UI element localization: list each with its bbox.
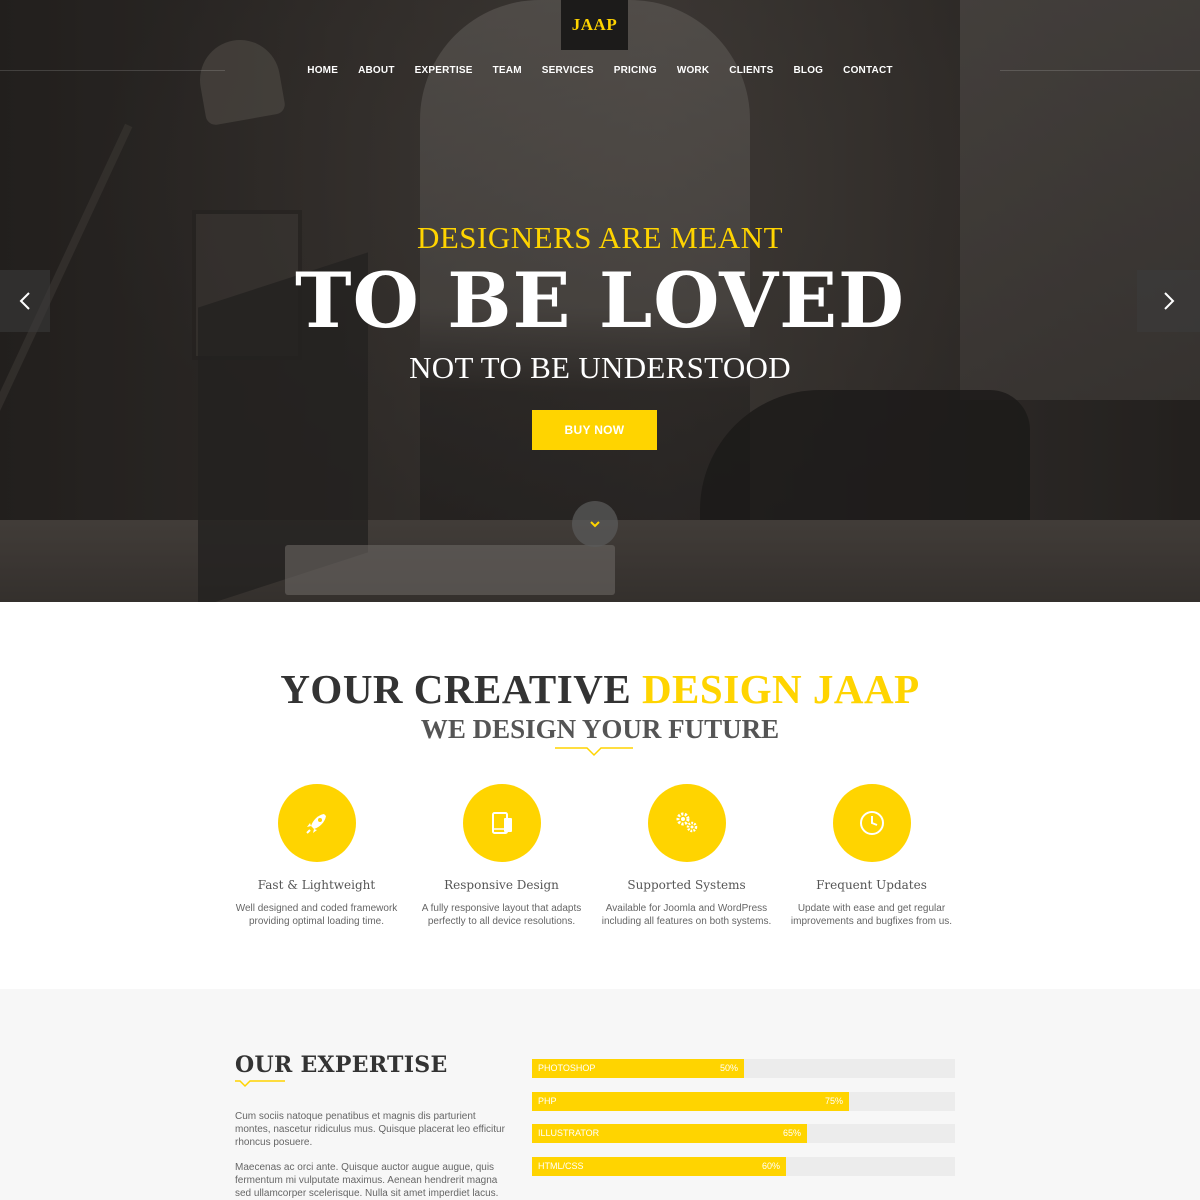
slider-next-button[interactable] bbox=[1137, 270, 1200, 332]
title-underline-decoration bbox=[235, 1080, 285, 1088]
chevron-left-icon bbox=[19, 292, 30, 310]
hero-section: JAAP HOME ABOUT EXPERTISE TEAM SERVICES … bbox=[0, 0, 1200, 602]
skill-bar: HTML/CSS 60% bbox=[532, 1156, 955, 1176]
main-nav: HOME ABOUT EXPERTISE TEAM SERVICES PRICI… bbox=[0, 64, 1200, 78]
nav-item-home[interactable]: HOME bbox=[297, 64, 348, 78]
skill-bar-fill bbox=[532, 1091, 849, 1111]
feature-card: Fast & Lightweight Well designed and cod… bbox=[224, 784, 409, 928]
skill-percent: 60% bbox=[762, 1160, 781, 1171]
intro-subtitle: WE DESIGN YOUR FUTURE bbox=[420, 714, 780, 744]
feature-description: A fully responsive layout that adapts pe… bbox=[421, 903, 582, 927]
nav-item-team[interactable]: TEAM bbox=[483, 64, 532, 78]
hero-kicker: DESIGNERS ARE MEANT bbox=[416, 220, 783, 255]
feature-description: Well designed and coded framework provid… bbox=[235, 903, 398, 927]
scroll-down-button[interactable] bbox=[572, 501, 618, 547]
skill-name: HTML/CSS bbox=[538, 1160, 584, 1171]
buy-now-button[interactable]: BUY NOW bbox=[532, 410, 657, 450]
devices-icon bbox=[491, 812, 512, 834]
rocket-icon bbox=[305, 814, 326, 834]
skill-bar: PHOTOSHOP 50% bbox=[532, 1059, 955, 1078]
nav-item-clients[interactable]: CLIENTS bbox=[719, 64, 783, 78]
intro-title-highlight: DESIGN JAAP bbox=[641, 666, 920, 712]
skill-percent: 65% bbox=[783, 1128, 802, 1138]
feature-icon-circle bbox=[832, 784, 911, 862]
nav-item-about[interactable]: ABOUT bbox=[348, 64, 405, 78]
feature-title: Responsive Design bbox=[444, 878, 559, 892]
skill-percent: 75% bbox=[825, 1095, 844, 1106]
feature-title: Fast & Lightweight bbox=[257, 878, 376, 892]
skill-percent: 50% bbox=[720, 1063, 739, 1073]
feature-icon-circle bbox=[277, 784, 356, 862]
clock-icon bbox=[859, 811, 884, 835]
expertise-paragraph: Cum sociis natoque penatibus et magnis d… bbox=[235, 1111, 505, 1148]
nav-item-contact[interactable]: CONTACT bbox=[833, 64, 903, 78]
hero-headline: TO BE LOVED bbox=[295, 256, 905, 345]
feature-description: Update with ease and get regular improve… bbox=[790, 903, 953, 927]
intro-title-plain: YOUR CREATIVE bbox=[280, 666, 642, 712]
feature-description: Available for Joomla and WordPress inclu… bbox=[601, 903, 772, 927]
site-logo[interactable]: JAAP bbox=[561, 0, 628, 50]
nav-item-work[interactable]: WORK bbox=[667, 64, 719, 78]
feature-card: Frequent Updates Update with ease and ge… bbox=[779, 784, 964, 928]
nav-item-expertise[interactable]: EXPERTISE bbox=[405, 64, 483, 78]
expertise-title: OUR EXPERTISE bbox=[235, 1052, 448, 1078]
gears-icon bbox=[676, 812, 697, 833]
chevron-right-icon bbox=[1163, 292, 1174, 310]
skill-name: PHP bbox=[538, 1095, 557, 1106]
chevron-down-icon bbox=[590, 521, 600, 528]
features-row: Fast & Lightweight Well designed and cod… bbox=[224, 784, 964, 928]
feature-title: Frequent Updates bbox=[816, 878, 927, 892]
slider-prev-button[interactable] bbox=[0, 270, 50, 332]
skill-bar: ILLUSTRATOR 65% bbox=[532, 1124, 955, 1143]
expertise-paragraph: Maecenas ac orci ante. Quisque auctor au… bbox=[235, 1162, 499, 1199]
title-underline-decoration bbox=[555, 747, 633, 757]
feature-icon-circle bbox=[462, 784, 541, 862]
intro-title: YOUR CREATIVE DESIGN JAAP bbox=[0, 665, 1200, 713]
skills-list: PHOTOSHOP 50% PHP 75% ILLUSTRATOR 65% HT… bbox=[532, 1059, 955, 1189]
feature-card: Supported Systems Available for Joomla a… bbox=[594, 784, 779, 928]
feature-card: Responsive Design A fully responsive lay… bbox=[409, 784, 594, 928]
feature-icon-circle bbox=[647, 784, 726, 862]
skill-name: PHOTOSHOP bbox=[538, 1063, 596, 1073]
hero-subline: NOT TO BE UNDERSTOOD bbox=[409, 350, 791, 385]
nav-item-pricing[interactable]: PRICING bbox=[604, 64, 667, 78]
skill-bar: PHP 75% bbox=[532, 1091, 955, 1111]
skill-name: ILLUSTRATOR bbox=[538, 1128, 600, 1138]
nav-item-services[interactable]: SERVICES bbox=[532, 64, 604, 78]
nav-item-blog[interactable]: BLOG bbox=[783, 64, 833, 78]
feature-title: Supported Systems bbox=[627, 878, 746, 892]
